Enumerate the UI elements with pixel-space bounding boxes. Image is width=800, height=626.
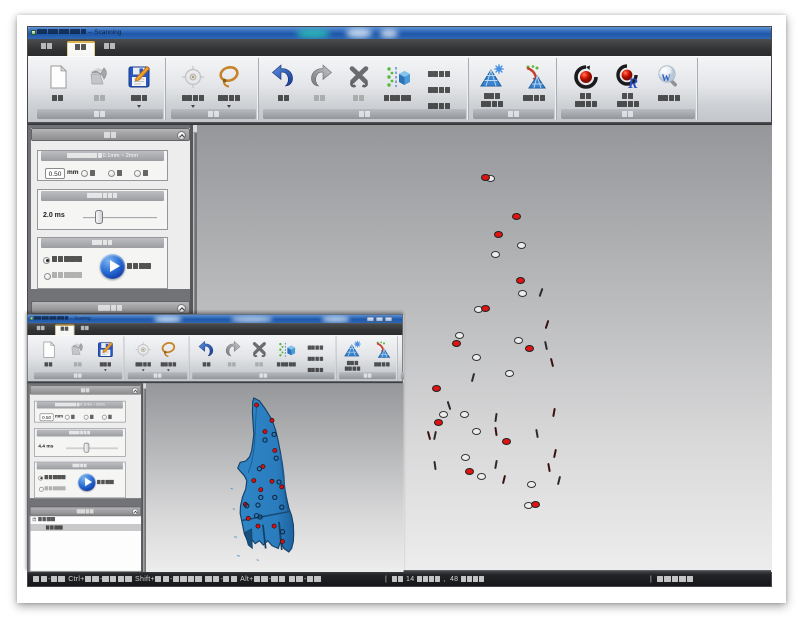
svg-text:R: R — [627, 76, 638, 90]
svg-text:W: W — [662, 73, 671, 83]
